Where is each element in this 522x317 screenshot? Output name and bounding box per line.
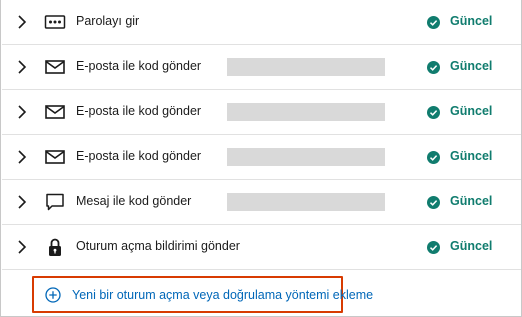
status-label: Güncel xyxy=(450,194,493,208)
chevron-right-icon[interactable] xyxy=(16,193,28,211)
envelope-icon xyxy=(45,105,65,119)
method-label: Oturum açma bildirimi gönder xyxy=(76,239,240,253)
method-label: E-posta ile kod gönder xyxy=(76,104,202,118)
check-circle-icon xyxy=(427,61,440,74)
check-circle-icon xyxy=(427,196,440,209)
chevron-right-icon[interactable] xyxy=(16,103,28,121)
check-circle-icon xyxy=(427,241,440,254)
password-dots-icon xyxy=(44,15,66,29)
status-label: Güncel xyxy=(450,149,493,163)
add-method-button[interactable]: Yeni bir oturum açma veya doğrulama yönt… xyxy=(32,276,373,313)
method-label: Mesaj ile kod gönder xyxy=(76,194,192,208)
check-circle-icon xyxy=(427,151,440,164)
method-row-password[interactable]: Parolayı gir Güncel xyxy=(2,0,521,45)
method-row-notification[interactable]: Oturum açma bildirimi gönder Güncel xyxy=(2,225,521,270)
method-label: E-posta ile kod gönder xyxy=(76,59,202,73)
redacted-value xyxy=(227,58,385,76)
method-row-email[interactable]: E-posta ile kod gönder Güncel xyxy=(2,45,521,90)
method-row-sms[interactable]: Mesaj ile kod gönder Güncel xyxy=(2,180,521,225)
method-row-email[interactable]: E-posta ile kod gönder Güncel xyxy=(2,90,521,135)
check-circle-icon xyxy=(427,106,440,119)
add-method-label[interactable]: Yeni bir oturum açma veya doğrulama yönt… xyxy=(72,288,373,302)
chevron-right-icon[interactable] xyxy=(16,148,28,166)
redacted-value xyxy=(227,103,385,121)
chevron-right-icon[interactable] xyxy=(16,13,28,31)
chevron-right-icon[interactable] xyxy=(16,58,28,76)
envelope-icon xyxy=(45,60,65,74)
redacted-value xyxy=(227,148,385,166)
method-label: Parolayı gir xyxy=(76,14,140,28)
chevron-right-icon[interactable] xyxy=(16,238,28,256)
status-label: Güncel xyxy=(450,239,493,253)
plus-circle-icon xyxy=(45,287,61,303)
envelope-icon xyxy=(45,150,65,164)
method-row-email[interactable]: E-posta ile kod gönder Güncel xyxy=(2,135,521,180)
lock-icon xyxy=(49,238,61,256)
redacted-value xyxy=(227,193,385,211)
status-label: Güncel xyxy=(450,104,493,118)
method-label: E-posta ile kod gönder xyxy=(76,149,202,163)
chat-bubble-icon xyxy=(46,193,64,211)
status-label: Güncel xyxy=(450,59,493,73)
check-circle-icon xyxy=(427,16,440,29)
status-label: Güncel xyxy=(450,14,493,28)
security-methods-panel: Parolayı gir Güncel E-posta ile kod gönd… xyxy=(0,0,522,317)
